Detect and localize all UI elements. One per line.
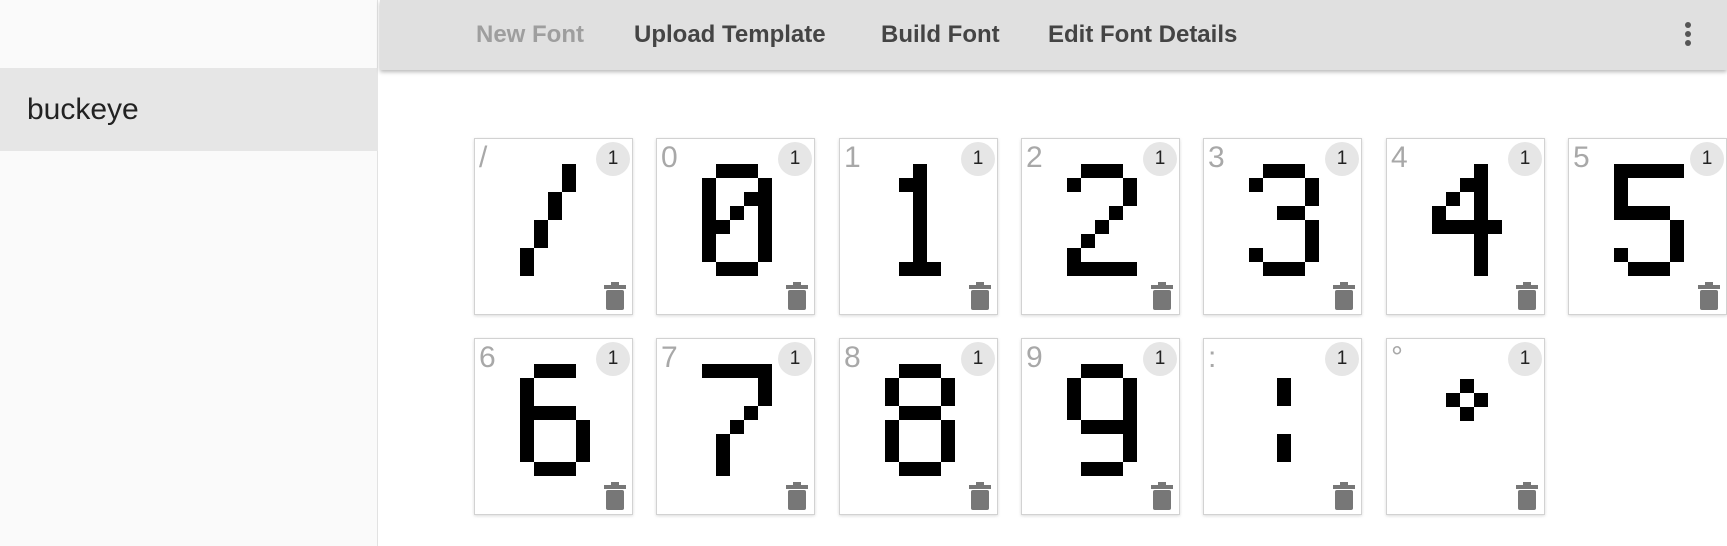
glyph-card[interactable]: 21 xyxy=(1021,138,1180,315)
trash-icon[interactable] xyxy=(786,482,808,510)
trash-icon[interactable] xyxy=(1698,282,1720,310)
new-font-button[interactable]: New Font xyxy=(476,0,584,70)
glyph-card[interactable]: :1 xyxy=(1203,338,1362,515)
upload-template-button[interactable]: Upload Template xyxy=(634,0,826,70)
trash-icon[interactable] xyxy=(1333,482,1355,510)
more-vert-icon[interactable] xyxy=(1680,20,1696,50)
trash-icon[interactable] xyxy=(604,282,626,310)
trash-icon[interactable] xyxy=(1151,282,1173,310)
glyph-card[interactable]: /1 xyxy=(474,138,633,315)
toolbar: New Font Upload Template Build Font Edit… xyxy=(380,0,1727,70)
sidebar-item-buckeye[interactable]: buckeye xyxy=(0,68,378,151)
trash-icon[interactable] xyxy=(1516,482,1538,510)
glyph-card[interactable]: 01 xyxy=(656,138,815,315)
trash-icon[interactable] xyxy=(786,282,808,310)
build-font-button[interactable]: Build Font xyxy=(881,0,1000,70)
sidebar: buckeye xyxy=(0,0,378,546)
glyph-card[interactable]: ° 1 xyxy=(1386,338,1545,515)
glyph-card[interactable]: 71 xyxy=(656,338,815,515)
trash-icon[interactable] xyxy=(1333,282,1355,310)
trash-icon[interactable] xyxy=(1151,482,1173,510)
glyph-card[interactable]: 91 xyxy=(1021,338,1180,515)
glyph-card[interactable]: 31 xyxy=(1203,138,1362,315)
trash-icon[interactable] xyxy=(604,482,626,510)
glyph-card[interactable]: 41 xyxy=(1386,138,1545,315)
sidebar-item-label: buckeye xyxy=(27,92,139,126)
glyph-card[interactable]: 11 xyxy=(839,138,998,315)
trash-icon[interactable] xyxy=(1516,282,1538,310)
glyph-card[interactable]: 81 xyxy=(839,338,998,515)
trash-icon[interactable] xyxy=(969,482,991,510)
glyph-card[interactable]: 51 xyxy=(1568,138,1727,315)
glyph-card[interactable]: 61 xyxy=(474,338,633,515)
trash-icon[interactable] xyxy=(969,282,991,310)
edit-font-details-button[interactable]: Edit Font Details xyxy=(1048,0,1237,70)
